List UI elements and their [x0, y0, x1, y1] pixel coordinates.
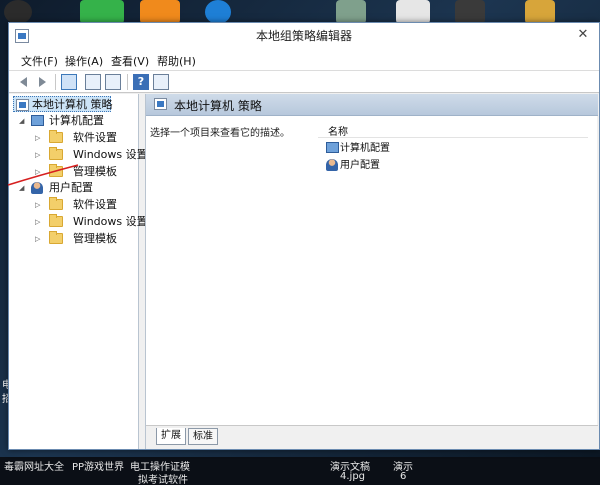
- desktop-icon-video[interactable]: [140, 0, 180, 24]
- tree-item-computer-config[interactable]: ◢ 计算机配置: [19, 113, 135, 129]
- group-policy-editor-window: 本地组策略编辑器 ✕ 文件(F) 操作(A) 查看(V) 帮助(H) ? 本地计…: [8, 22, 600, 450]
- list-label: 用户配置: [340, 160, 380, 171]
- expand-arrow-icon[interactable]: ▷: [35, 130, 43, 146]
- tab-extended[interactable]: 扩展: [156, 428, 186, 445]
- folder-icon: [49, 214, 63, 227]
- window-title: 本地组策略编辑器: [255, 29, 352, 43]
- column-header-name[interactable]: 名称: [318, 120, 588, 138]
- tree-item-local-policy[interactable]: 本地计算机 策略: [13, 96, 113, 112]
- folder-icon: [49, 197, 63, 210]
- help-icon[interactable]: ?: [133, 74, 149, 90]
- tree-label: 计算机配置: [49, 114, 104, 127]
- desktop-label-jpg[interactable]: 4.jpg: [340, 471, 365, 482]
- policy-icon: [154, 98, 167, 110]
- details-pane: 本地计算机 策略 选择一个项目来查看它的描述。 名称 计算机配置 用户配置 扩展…: [145, 94, 598, 449]
- show-tree-icon[interactable]: [61, 74, 77, 90]
- tree-label: Windows 设置: [73, 215, 148, 228]
- desktop-icon-tool[interactable]: [455, 0, 485, 24]
- tree-item-admin-templates[interactable]: ▷ 管理模板: [35, 164, 135, 180]
- tree-item-user-admin-templates[interactable]: ▷ 管理模板: [35, 231, 135, 247]
- tree-label: 管理模板: [73, 165, 117, 178]
- user-icon: [326, 159, 338, 171]
- tree-label: 软件设置: [73, 131, 117, 144]
- tree-label: 管理模板: [73, 232, 117, 245]
- tree-item-windows-settings[interactable]: ▷ Windows 设置: [35, 147, 148, 163]
- desktop-icon-iqiyi[interactable]: [80, 0, 124, 24]
- show-hide-pane-icon[interactable]: [153, 74, 169, 90]
- toolbar-separator: [127, 74, 128, 90]
- expand-arrow-icon[interactable]: ▷: [35, 164, 43, 180]
- collapse-arrow-icon[interactable]: ◢: [19, 180, 27, 196]
- tree-pane: 本地计算机 策略 ◢ 计算机配置 ▷ 软件设置 ▷ Windows 设置 ▷ 管…: [9, 94, 148, 449]
- toolbar-separator: [55, 74, 56, 90]
- desktop-label-exam-software-line2[interactable]: 拟考试软件: [138, 471, 188, 485]
- tree-item-user-software-settings[interactable]: ▷ 软件设置: [35, 197, 135, 213]
- tree-item-software-settings[interactable]: ▷ 软件设置: [35, 130, 135, 146]
- properties-icon[interactable]: [85, 74, 101, 90]
- list-label: 计算机配置: [340, 143, 390, 154]
- desktop-icon-app[interactable]: [336, 0, 366, 24]
- folder-icon: [49, 147, 63, 160]
- computer-icon: [31, 115, 44, 126]
- desktop-icon-player[interactable]: [205, 0, 231, 24]
- tree-label: 本地计算机 策略: [32, 98, 113, 111]
- collapse-arrow-icon[interactable]: ◢: [19, 113, 27, 129]
- column-label: 名称: [328, 127, 348, 138]
- desktop-bottom-labels: 毒霸网址大全 PP游戏世界 电工操作证模 演示文稿 演示 拟考试软件 4.jpg…: [0, 457, 600, 485]
- export-list-icon[interactable]: [105, 74, 121, 90]
- expand-arrow-icon[interactable]: ▷: [35, 214, 43, 230]
- pane-header: 本地计算机 策略: [146, 94, 598, 116]
- folder-icon: [49, 231, 63, 244]
- title-bar[interactable]: 本地组策略编辑器 ✕: [9, 23, 599, 49]
- pane-title: 本地计算机 策略: [174, 99, 262, 113]
- tree-label: 软件设置: [73, 198, 117, 211]
- list-item-user-config[interactable]: 用户配置: [326, 158, 406, 174]
- menu-help[interactable]: 帮助(H): [157, 53, 196, 69]
- desktop-label-duba[interactable]: 毒霸网址大全: [4, 458, 64, 473]
- tree-item-user-config[interactable]: ◢ 用户配置: [19, 180, 135, 196]
- description-text: 选择一个项目来查看它的描述。: [150, 128, 290, 139]
- menu-bar: 文件(F) 操作(A) 查看(V) 帮助(H): [9, 49, 599, 71]
- view-tabs: 扩展 标准: [146, 425, 598, 449]
- list-item-computer-config[interactable]: 计算机配置: [326, 141, 406, 157]
- expand-arrow-icon[interactable]: ▷: [35, 197, 43, 213]
- close-icon[interactable]: ✕: [573, 25, 593, 45]
- menu-view[interactable]: 查看(V): [111, 53, 149, 69]
- folder-icon: [49, 130, 63, 143]
- tab-standard[interactable]: 标准: [188, 428, 218, 445]
- user-icon: [31, 182, 43, 194]
- desktop-label-pp-games[interactable]: PP游戏世界: [72, 458, 124, 473]
- app-icon: [15, 29, 29, 43]
- tree-item-user-windows-settings[interactable]: ▷ Windows 设置: [35, 214, 148, 230]
- menu-file[interactable]: 文件(F): [21, 53, 58, 69]
- toolbar: ?: [9, 71, 599, 93]
- tree-label: Windows 设置: [73, 148, 148, 161]
- forward-arrow-icon[interactable]: [33, 74, 49, 90]
- desktop-icon-document[interactable]: [396, 0, 430, 24]
- back-arrow-icon[interactable]: [17, 74, 33, 90]
- desktop-icon-music[interactable]: [4, 0, 32, 24]
- computer-icon: [326, 142, 339, 153]
- expand-arrow-icon[interactable]: ▷: [35, 147, 43, 163]
- desktop-label-number[interactable]: 6: [400, 471, 406, 482]
- menu-action[interactable]: 操作(A): [65, 53, 103, 69]
- expand-arrow-icon[interactable]: ▷: [35, 231, 43, 247]
- desktop-icon-folder[interactable]: [525, 0, 555, 24]
- tree-label: 用户配置: [49, 181, 93, 194]
- folder-icon: [49, 164, 63, 177]
- policy-icon: [16, 99, 29, 111]
